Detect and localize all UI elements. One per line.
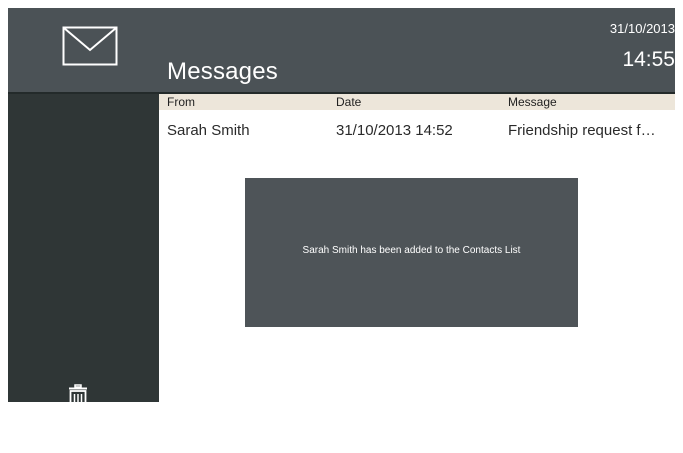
column-header-message[interactable]: Message	[508, 95, 557, 109]
notification-dialog[interactable]: Sarah Smith has been added to the Contac…	[245, 178, 578, 327]
current-time: 14:55	[622, 48, 675, 71]
message-preview: Friendship request f…	[508, 122, 656, 139]
table-header: From Date Message	[159, 94, 675, 110]
message-sender: Sarah Smith	[167, 122, 250, 139]
message-date: 31/10/2013 14:52	[336, 122, 453, 139]
column-header-from[interactable]: From	[167, 95, 195, 109]
column-header-date[interactable]: Date	[336, 95, 361, 109]
sidebar	[8, 94, 159, 453]
header-bar: Messages 31/10/2013 14:55	[8, 8, 675, 92]
table-row[interactable]: Sarah Smith 31/10/2013 14:52 Friendship …	[159, 116, 675, 142]
arrow-left-icon[interactable]	[65, 435, 92, 453]
messages-screen: Messages 31/10/2013 14:55 From Date Mess…	[8, 8, 675, 453]
current-date: 31/10/2013	[609, 21, 675, 36]
trash-icon[interactable]	[67, 384, 89, 410]
page-title: Messages	[167, 58, 278, 85]
envelope-icon[interactable]	[62, 26, 118, 66]
notification-text: Sarah Smith has been added to the Contac…	[302, 245, 521, 256]
